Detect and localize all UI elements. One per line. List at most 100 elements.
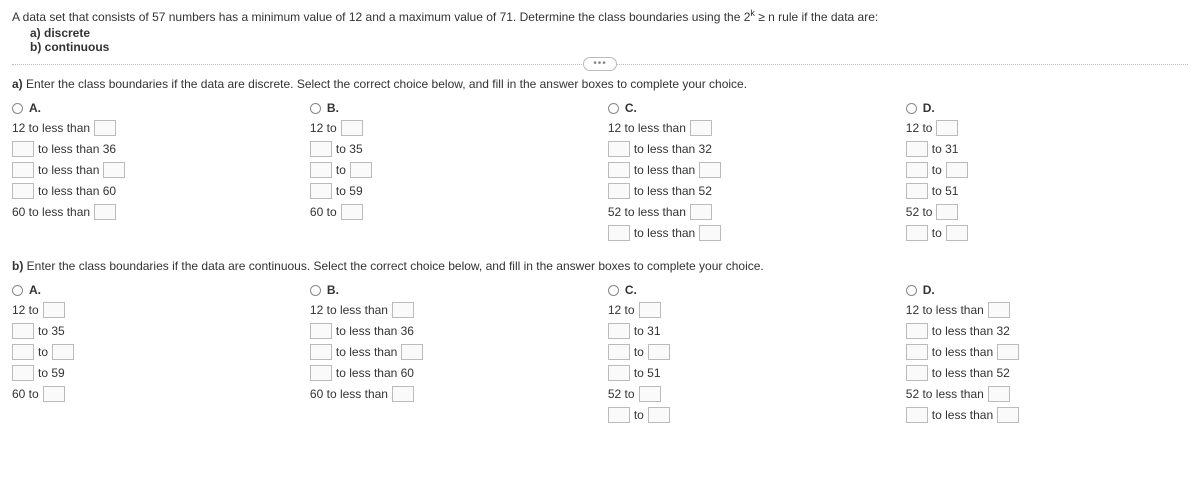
- input-box[interactable]: [988, 386, 1010, 402]
- input-box[interactable]: [43, 302, 65, 318]
- input-box[interactable]: [946, 162, 968, 178]
- input-box[interactable]: [906, 344, 928, 360]
- text: to 35: [336, 142, 363, 156]
- text: to: [38, 345, 48, 359]
- input-box[interactable]: [639, 386, 661, 402]
- input-box[interactable]: [690, 120, 712, 136]
- input-box[interactable]: [936, 204, 958, 220]
- input-box[interactable]: [648, 344, 670, 360]
- radio-b-C[interactable]: [608, 285, 619, 296]
- input-box[interactable]: [12, 162, 34, 178]
- input-box[interactable]: [341, 120, 363, 136]
- radio-a-C[interactable]: [608, 103, 619, 114]
- input-box[interactable]: [310, 323, 332, 339]
- input-box[interactable]: [401, 344, 423, 360]
- text: to 59: [38, 366, 65, 380]
- option-a-B: B. 12 to to 35 to to 59 60 to: [310, 101, 592, 245]
- input-box[interactable]: [608, 225, 630, 241]
- input-box[interactable]: [12, 365, 34, 381]
- input-box[interactable]: [350, 162, 372, 178]
- text: to less than 52: [634, 184, 712, 198]
- input-box[interactable]: [608, 407, 630, 423]
- input-box[interactable]: [12, 344, 34, 360]
- text: to: [932, 226, 942, 240]
- input-box[interactable]: [648, 407, 670, 423]
- input-box[interactable]: [997, 344, 1019, 360]
- input-box[interactable]: [906, 183, 928, 199]
- input-box[interactable]: [392, 302, 414, 318]
- input-box[interactable]: [988, 302, 1010, 318]
- input-box[interactable]: [103, 162, 125, 178]
- input-box[interactable]: [906, 141, 928, 157]
- text: to less than 60: [336, 366, 414, 380]
- text: 52 to: [906, 205, 933, 219]
- radio-b-A[interactable]: [12, 285, 23, 296]
- text: 12 to less than: [12, 121, 90, 135]
- input-box[interactable]: [690, 204, 712, 220]
- question-intro: A data set that consists of 57 numbers h…: [12, 8, 1188, 24]
- input-box[interactable]: [94, 120, 116, 136]
- option-a-C: C. 12 to less than to less than 32 to le…: [608, 101, 890, 245]
- option-a-D: D. 12 to to 31 to to 51 52 to to: [906, 101, 1188, 245]
- radio-b-B[interactable]: [310, 285, 321, 296]
- text: to 35: [38, 324, 65, 338]
- option-b-A: A. 12 to to 35 to to 59 60 to: [12, 283, 294, 427]
- input-box[interactable]: [639, 302, 661, 318]
- input-box[interactable]: [341, 204, 363, 220]
- text: 12 to less than: [608, 121, 686, 135]
- sub-a: a) discrete: [30, 26, 1188, 40]
- input-box[interactable]: [94, 204, 116, 220]
- radio-a-A[interactable]: [12, 103, 23, 114]
- input-box[interactable]: [699, 162, 721, 178]
- input-box[interactable]: [310, 344, 332, 360]
- input-box[interactable]: [936, 120, 958, 136]
- input-box[interactable]: [310, 183, 332, 199]
- input-box[interactable]: [43, 386, 65, 402]
- input-box[interactable]: [12, 183, 34, 199]
- text: to less than: [336, 345, 397, 359]
- option-a-A: A. 12 to less than to less than 36 to le…: [12, 101, 294, 245]
- input-box[interactable]: [392, 386, 414, 402]
- input-box[interactable]: [608, 183, 630, 199]
- input-box[interactable]: [310, 141, 332, 157]
- text: to: [336, 163, 346, 177]
- text: to less than 60: [38, 184, 116, 198]
- radio-b-D[interactable]: [906, 285, 917, 296]
- intro-text: A data set that consists of 57 numbers h…: [12, 10, 750, 24]
- input-box[interactable]: [906, 323, 928, 339]
- input-box[interactable]: [608, 323, 630, 339]
- text: 12 to: [608, 303, 635, 317]
- input-box[interactable]: [906, 407, 928, 423]
- text: to 59: [336, 184, 363, 198]
- sub-b-label: b) continuous: [30, 40, 109, 54]
- input-box[interactable]: [310, 365, 332, 381]
- input-box[interactable]: [997, 407, 1019, 423]
- text: 60 to less than: [12, 205, 90, 219]
- input-box[interactable]: [310, 162, 332, 178]
- input-box[interactable]: [608, 141, 630, 157]
- part-b-prompt: b) Enter the class boundaries if the dat…: [12, 259, 1188, 273]
- input-box[interactable]: [12, 141, 34, 157]
- label-b-B: B.: [327, 283, 339, 297]
- part-a-options: A. 12 to less than to less than 36 to le…: [12, 101, 1188, 245]
- input-box[interactable]: [12, 323, 34, 339]
- radio-a-B[interactable]: [310, 103, 321, 114]
- input-box[interactable]: [608, 365, 630, 381]
- input-box[interactable]: [906, 162, 928, 178]
- intro-tail: ≥ n rule if the data are:: [755, 10, 878, 24]
- text: 12 to less than: [906, 303, 984, 317]
- input-box[interactable]: [906, 365, 928, 381]
- input-box[interactable]: [906, 225, 928, 241]
- text: to less than: [634, 226, 695, 240]
- sub-b: b) continuous: [30, 40, 1188, 54]
- text: to 31: [932, 142, 959, 156]
- input-box[interactable]: [52, 344, 74, 360]
- input-box[interactable]: [608, 162, 630, 178]
- label-a-B: B.: [327, 101, 339, 115]
- radio-a-D[interactable]: [906, 103, 917, 114]
- more-pill[interactable]: •••: [583, 57, 617, 71]
- sub-a-label: a) discrete: [30, 26, 90, 40]
- input-box[interactable]: [608, 344, 630, 360]
- input-box[interactable]: [946, 225, 968, 241]
- input-box[interactable]: [699, 225, 721, 241]
